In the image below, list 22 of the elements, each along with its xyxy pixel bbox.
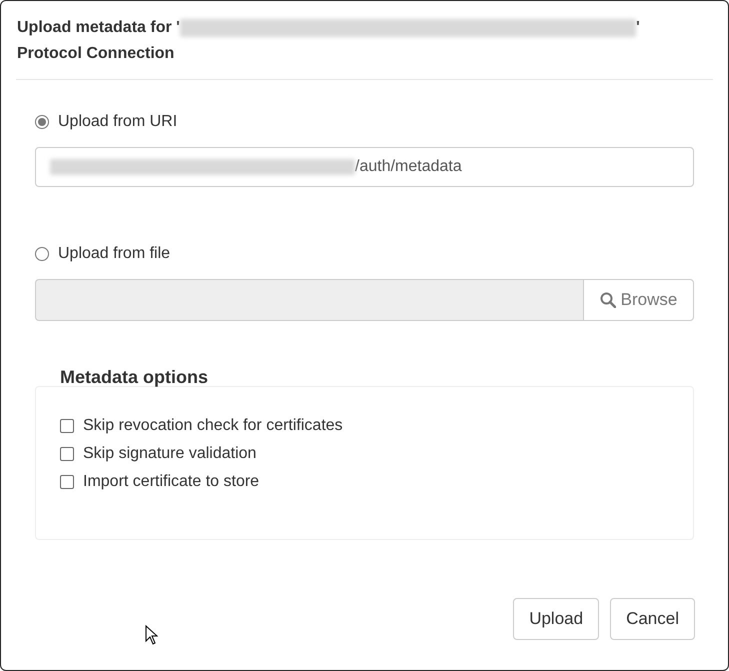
section-legend: Metadata options (35, 367, 694, 388)
dialog-title: ' (636, 18, 640, 38)
field-value: /auth/metadata (355, 158, 462, 176)
checkbox-label: Skip revocation check for certificates (83, 417, 343, 435)
checkbox-label: Skip signature validation (83, 445, 256, 463)
checkbox[interactable] (60, 475, 74, 489)
uri-field[interactable]: /auth/metadata (35, 147, 694, 187)
cancel-button[interactable]: Cancel (610, 598, 695, 640)
browse-button[interactable]: Browse (583, 279, 694, 321)
radio-label: Upload from URI (58, 113, 178, 131)
radio-button[interactable] (35, 247, 49, 261)
radio-button[interactable] (35, 115, 49, 129)
radio-label: Upload from file (58, 245, 170, 263)
checkbox[interactable] (60, 419, 74, 433)
upload-button[interactable]: Upload (513, 598, 600, 640)
search-icon (600, 292, 616, 308)
file-field[interactable] (35, 279, 583, 321)
mouse-pointer-icon (145, 625, 158, 645)
checkbox[interactable] (60, 447, 74, 461)
dialog-title: Protocol Connection (17, 44, 174, 64)
checkbox-label: Import certificate to store (83, 473, 260, 491)
dialog-title: Upload metadata for ' (17, 18, 180, 38)
